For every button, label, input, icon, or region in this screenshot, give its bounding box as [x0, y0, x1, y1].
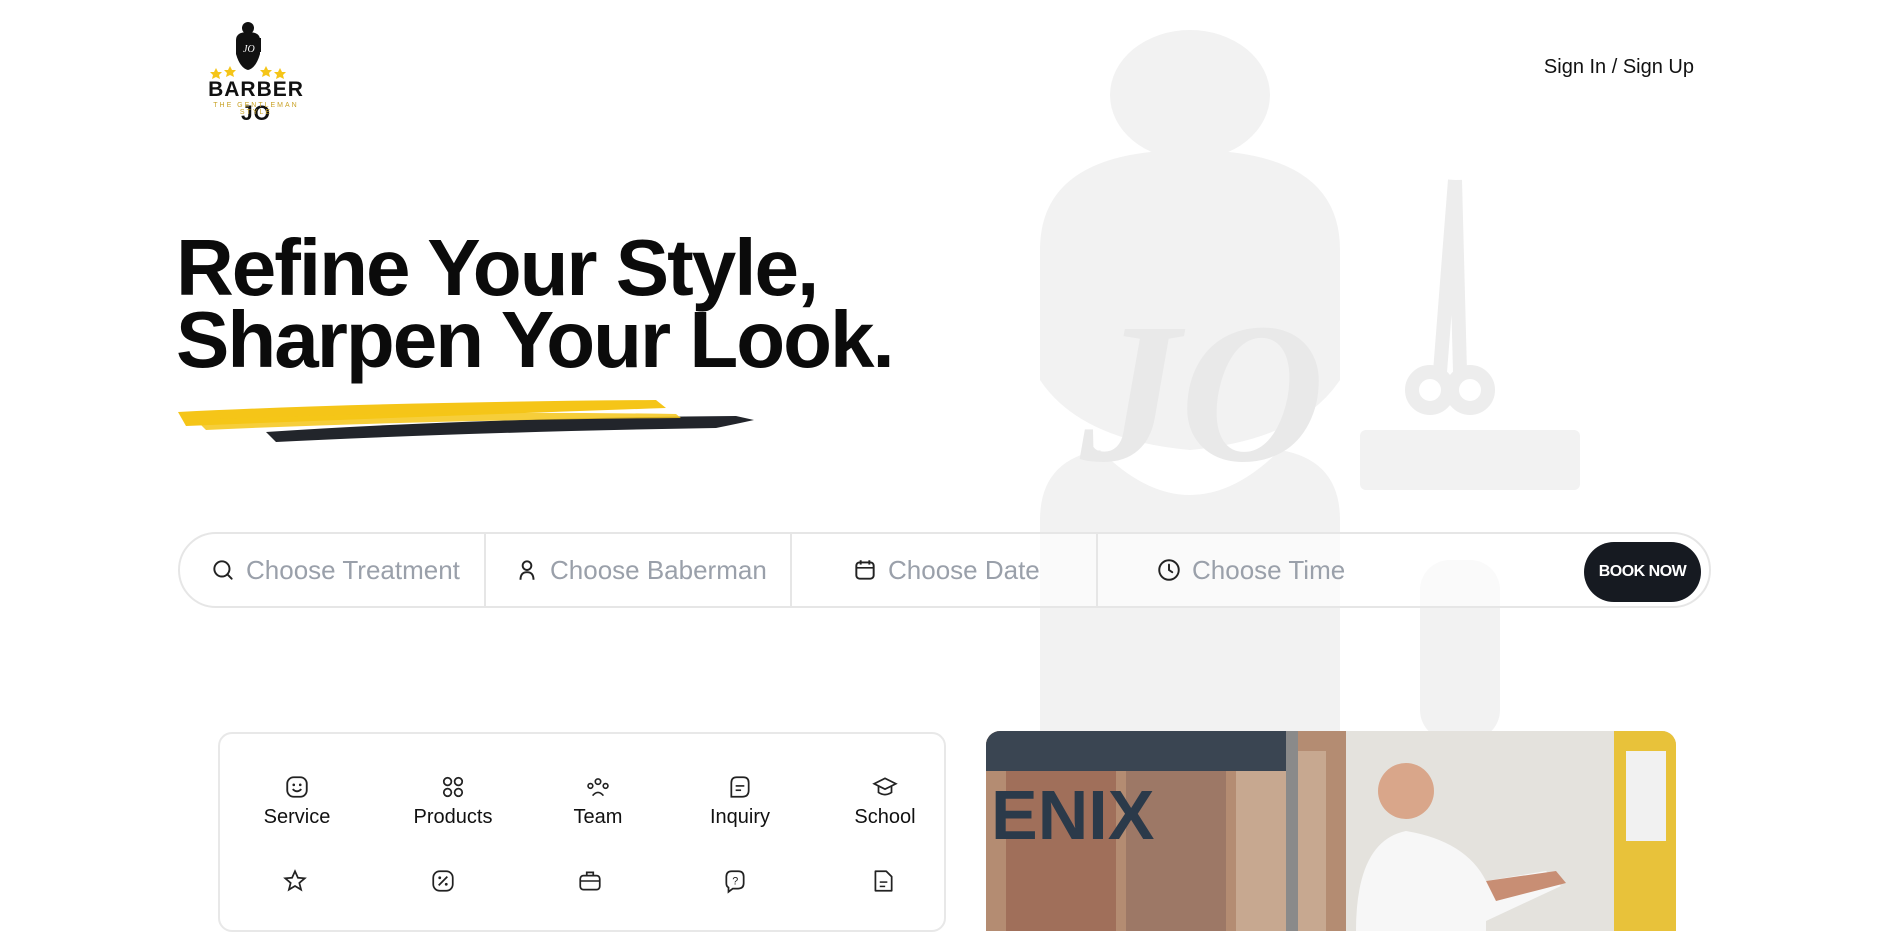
- menu-item-products[interactable]: Products: [388, 774, 518, 829]
- help-icon: ?: [725, 870, 745, 894]
- treatment-select[interactable]: Choose Treatment: [210, 534, 480, 606]
- team-icon: [587, 778, 609, 797]
- menu-item-document[interactable]: [818, 868, 948, 894]
- star-icon: [283, 869, 307, 892]
- booking-search-bar: Choose Treatment Choose Baberman Choose …: [178, 532, 1711, 608]
- search-icon: [213, 560, 233, 580]
- menu-item-help[interactable]: ?: [670, 868, 800, 894]
- menu-item-career[interactable]: [525, 868, 655, 894]
- menu-label: School: [854, 806, 916, 828]
- time-placeholder: Choose Time: [1192, 554, 1346, 585]
- date-placeholder: Choose Date: [888, 554, 1040, 585]
- treatment-placeholder: Choose Treatment: [246, 554, 460, 585]
- brand-tagline: THE GENTLEMAN STYLE: [213, 102, 299, 116]
- field-divider: [790, 534, 792, 606]
- menu-item-inquiry[interactable]: Inquiry: [675, 774, 805, 829]
- calendar-icon: [855, 560, 875, 580]
- menu-label: Team: [573, 806, 623, 828]
- briefcase-icon: [579, 871, 601, 891]
- barber-at-work-image: ENIX: [986, 731, 1676, 931]
- watermark-monogram: JO: [1079, 283, 1324, 504]
- grid-icon: [442, 776, 464, 798]
- menu-item-reviews[interactable]: [230, 868, 360, 894]
- menu-item-service[interactable]: Service: [232, 774, 362, 829]
- barberman-placeholder: Choose Baberman: [550, 554, 767, 585]
- menu-label: Service: [263, 806, 331, 828]
- quick-menu-card: Service Products Team Inquiry School ?: [218, 732, 946, 932]
- book-now-button[interactable]: BOOK NOW: [1584, 542, 1701, 602]
- menu-item-school[interactable]: School: [820, 774, 950, 829]
- barber-shop-photo: ENIX: [986, 731, 1676, 931]
- barber-watermark-graphic: JO: [1040, 30, 1580, 740]
- brush-underline-decoration: [178, 400, 754, 442]
- document-icon: [874, 870, 893, 892]
- svg-text:?: ?: [732, 875, 738, 887]
- discount-icon: [432, 870, 454, 892]
- field-divider: [484, 534, 486, 606]
- clock-icon: [1158, 559, 1180, 581]
- message-icon: [730, 776, 750, 798]
- menu-label: Products: [413, 806, 493, 828]
- svg-text:JO: JO: [243, 44, 255, 55]
- shop-sign-text: ENIX: [991, 776, 1155, 854]
- time-picker[interactable]: Choose Time: [1156, 534, 1416, 606]
- face-icon: [286, 776, 308, 798]
- barberman-select[interactable]: Choose Baberman: [514, 534, 784, 606]
- field-divider: [1096, 534, 1098, 606]
- menu-label: Inquiry: [709, 806, 771, 828]
- barber-logo-icon: JO: [210, 22, 286, 79]
- sign-in-sign-up-link[interactable]: Sign In / Sign Up: [1544, 56, 1694, 79]
- menu-item-team[interactable]: Team: [533, 774, 663, 829]
- hero-heading: Refine Your Style, Sharpen Your Look.: [176, 223, 895, 384]
- hero-line-1: Refine Your Style,: [176, 223, 819, 312]
- date-picker[interactable]: Choose Date: [852, 534, 1102, 606]
- graduation-cap-icon: [872, 777, 898, 796]
- user-icon: [519, 560, 535, 580]
- menu-item-discount[interactable]: [378, 868, 508, 894]
- brand-logo[interactable]: JO BARBER JO THE GENTLEMAN STYLE: [196, 20, 316, 125]
- hero-line-2: Sharpen Your Look.: [176, 295, 895, 384]
